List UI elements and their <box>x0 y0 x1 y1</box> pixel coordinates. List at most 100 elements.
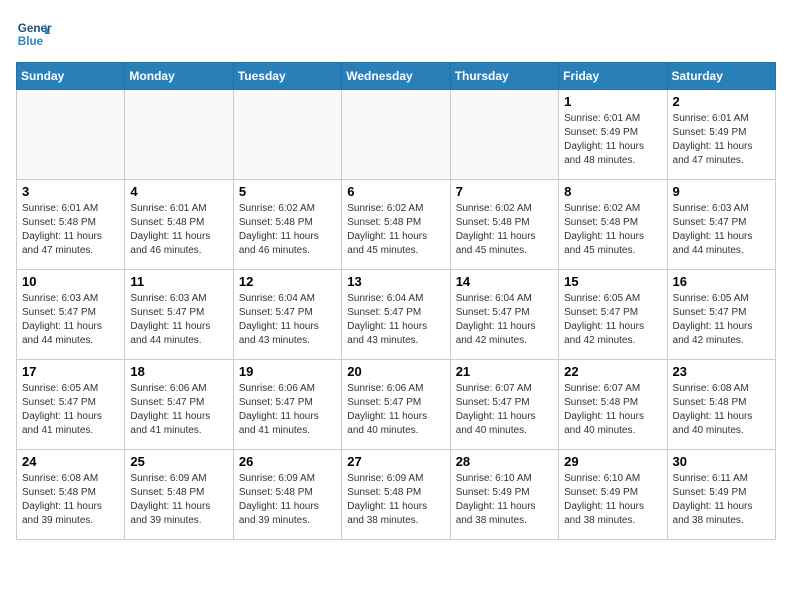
calendar-cell: 7 Sunrise: 6:02 AMSunset: 5:48 PMDaylight… <box>450 180 558 270</box>
calendar-cell: 27 Sunrise: 6:09 AMSunset: 5:48 PMDayligh… <box>342 450 450 540</box>
day-info: Sunrise: 6:03 AMSunset: 5:47 PMDaylight:… <box>673 202 770 258</box>
day-info: Sunrise: 6:05 AMSunset: 5:47 PMDaylight:… <box>673 292 770 348</box>
day-number: 13 <box>347 274 444 289</box>
day-number: 27 <box>347 454 444 469</box>
calendar-cell: 5 Sunrise: 6:02 AMSunset: 5:48 PMDaylight… <box>233 180 341 270</box>
calendar-cell: 10 Sunrise: 6:03 AMSunset: 5:47 PMDayligh… <box>17 270 125 360</box>
week-row-1: 1 Sunrise: 6:01 AMSunset: 5:49 PMDaylight… <box>17 90 776 180</box>
day-number: 20 <box>347 364 444 379</box>
weekday-header-row: SundayMondayTuesdayWednesdayThursdayFrid… <box>17 63 776 90</box>
weekday-header-thursday: Thursday <box>450 63 558 90</box>
calendar-cell: 17Sunrise: 6:05 AMSunset: 5:47 PMDayligh… <box>17 360 125 450</box>
day-info: Sunrise: 6:08 AMSunset: 5:48 PMDaylight:… <box>22 472 119 528</box>
weekday-header-sunday: Sunday <box>17 63 125 90</box>
day-number: 15 <box>564 274 661 289</box>
calendar-cell: 11 Sunrise: 6:03 AMSunset: 5:47 PMDayligh… <box>125 270 233 360</box>
week-row-3: 10 Sunrise: 6:03 AMSunset: 5:47 PMDayligh… <box>17 270 776 360</box>
calendar-cell: 25 Sunrise: 6:09 AMSunset: 5:48 PMDayligh… <box>125 450 233 540</box>
day-number: 19 <box>239 364 336 379</box>
calendar-cell: 8Sunrise: 6:02 AMSunset: 5:48 PMDaylight… <box>559 180 667 270</box>
day-info: Sunrise: 6:06 AMSunset: 5:47 PMDaylight:… <box>239 382 336 438</box>
weekday-header-monday: Monday <box>125 63 233 90</box>
day-number: 23 <box>673 364 770 379</box>
day-number: 11 <box>130 274 227 289</box>
day-info: Sunrise: 6:09 AMSunset: 5:48 PMDaylight:… <box>130 472 227 528</box>
day-number: 26 <box>239 454 336 469</box>
day-info: Sunrise: 6:09 AMSunset: 5:48 PMDaylight:… <box>347 472 444 528</box>
calendar-cell <box>450 90 558 180</box>
day-info: Sunrise: 6:05 AMSunset: 5:47 PMDaylight:… <box>564 292 661 348</box>
calendar-cell: 12Sunrise: 6:04 AMSunset: 5:47 PMDayligh… <box>233 270 341 360</box>
day-info: Sunrise: 6:06 AMSunset: 5:47 PMDaylight:… <box>347 382 444 438</box>
week-row-5: 24 Sunrise: 6:08 AMSunset: 5:48 PMDayligh… <box>17 450 776 540</box>
day-info: Sunrise: 6:01 AMSunset: 5:48 PMDaylight:… <box>22 202 119 258</box>
day-number: 29 <box>564 454 661 469</box>
day-number: 9 <box>673 184 770 199</box>
svg-text:Blue: Blue <box>18 35 44 48</box>
calendar-cell: 15 Sunrise: 6:05 AMSunset: 5:47 PMDayligh… <box>559 270 667 360</box>
day-info: Sunrise: 6:02 AMSunset: 5:48 PMDaylight:… <box>347 202 444 258</box>
day-info: Sunrise: 6:06 AMSunset: 5:47 PMDaylight:… <box>130 382 227 438</box>
calendar-cell: 14 Sunrise: 6:04 AMSunset: 5:47 PMDayligh… <box>450 270 558 360</box>
day-info: Sunrise: 6:01 AMSunset: 5:49 PMDaylight:… <box>564 112 661 168</box>
day-number: 28 <box>456 454 553 469</box>
day-number: 21 <box>456 364 553 379</box>
day-number: 2 <box>673 94 770 109</box>
calendar-cell <box>342 90 450 180</box>
calendar-cell: 4 Sunrise: 6:01 AMSunset: 5:48 PMDaylight… <box>125 180 233 270</box>
day-number: 24 <box>22 454 119 469</box>
calendar-cell: 28 Sunrise: 6:10 AMSunset: 5:49 PMDayligh… <box>450 450 558 540</box>
day-number: 10 <box>22 274 119 289</box>
day-info: Sunrise: 6:03 AMSunset: 5:47 PMDaylight:… <box>130 292 227 348</box>
day-number: 7 <box>456 184 553 199</box>
calendar-cell: 3Sunrise: 6:01 AMSunset: 5:48 PMDaylight… <box>17 180 125 270</box>
day-info: Sunrise: 6:02 AMSunset: 5:48 PMDaylight:… <box>564 202 661 258</box>
day-number: 5 <box>239 184 336 199</box>
calendar-cell: 22 Sunrise: 6:07 AMSunset: 5:48 PMDayligh… <box>559 360 667 450</box>
day-info: Sunrise: 6:10 AMSunset: 5:49 PMDaylight:… <box>456 472 553 528</box>
weekday-header-saturday: Saturday <box>667 63 775 90</box>
day-info: Sunrise: 6:04 AMSunset: 5:47 PMDaylight:… <box>347 292 444 348</box>
weekday-header-friday: Friday <box>559 63 667 90</box>
day-number: 22 <box>564 364 661 379</box>
calendar-cell: 21Sunrise: 6:07 AMSunset: 5:47 PMDayligh… <box>450 360 558 450</box>
calendar-cell <box>17 90 125 180</box>
day-info: Sunrise: 6:07 AMSunset: 5:48 PMDaylight:… <box>564 382 661 438</box>
day-info: Sunrise: 6:11 AMSunset: 5:49 PMDaylight:… <box>673 472 770 528</box>
calendar-cell: 16 Sunrise: 6:05 AMSunset: 5:47 PMDayligh… <box>667 270 775 360</box>
week-row-2: 3Sunrise: 6:01 AMSunset: 5:48 PMDaylight… <box>17 180 776 270</box>
logo: General Blue <box>16 16 52 52</box>
header: General Blue <box>16 16 776 52</box>
day-number: 17 <box>22 364 119 379</box>
day-number: 14 <box>456 274 553 289</box>
day-info: Sunrise: 6:04 AMSunset: 5:47 PMDaylight:… <box>456 292 553 348</box>
day-number: 6 <box>347 184 444 199</box>
day-info: Sunrise: 6:10 AMSunset: 5:49 PMDaylight:… <box>564 472 661 528</box>
day-info: Sunrise: 6:02 AMSunset: 5:48 PMDaylight:… <box>239 202 336 258</box>
day-info: Sunrise: 6:03 AMSunset: 5:47 PMDaylight:… <box>22 292 119 348</box>
calendar-cell: 1 Sunrise: 6:01 AMSunset: 5:49 PMDaylight… <box>559 90 667 180</box>
day-info: Sunrise: 6:02 AMSunset: 5:48 PMDaylight:… <box>456 202 553 258</box>
day-info: Sunrise: 6:01 AMSunset: 5:48 PMDaylight:… <box>130 202 227 258</box>
day-number: 25 <box>130 454 227 469</box>
calendar-table: SundayMondayTuesdayWednesdayThursdayFrid… <box>16 62 776 540</box>
calendar-cell: 23 Sunrise: 6:08 AMSunset: 5:48 PMDayligh… <box>667 360 775 450</box>
day-number: 1 <box>564 94 661 109</box>
day-number: 4 <box>130 184 227 199</box>
day-info: Sunrise: 6:08 AMSunset: 5:48 PMDaylight:… <box>673 382 770 438</box>
calendar-cell <box>233 90 341 180</box>
week-row-4: 17Sunrise: 6:05 AMSunset: 5:47 PMDayligh… <box>17 360 776 450</box>
calendar-cell <box>125 90 233 180</box>
calendar-cell: 2 Sunrise: 6:01 AMSunset: 5:49 PMDaylight… <box>667 90 775 180</box>
day-number: 18 <box>130 364 227 379</box>
weekday-header-wednesday: Wednesday <box>342 63 450 90</box>
day-number: 30 <box>673 454 770 469</box>
calendar-cell: 19 Sunrise: 6:06 AMSunset: 5:47 PMDayligh… <box>233 360 341 450</box>
day-info: Sunrise: 6:09 AMSunset: 5:48 PMDaylight:… <box>239 472 336 528</box>
calendar-cell: 26 Sunrise: 6:09 AMSunset: 5:48 PMDayligh… <box>233 450 341 540</box>
calendar-cell: 20 Sunrise: 6:06 AMSunset: 5:47 PMDayligh… <box>342 360 450 450</box>
calendar-cell: 6 Sunrise: 6:02 AMSunset: 5:48 PMDaylight… <box>342 180 450 270</box>
calendar-cell: 29 Sunrise: 6:10 AMSunset: 5:49 PMDayligh… <box>559 450 667 540</box>
day-info: Sunrise: 6:01 AMSunset: 5:49 PMDaylight:… <box>673 112 770 168</box>
day-number: 16 <box>673 274 770 289</box>
